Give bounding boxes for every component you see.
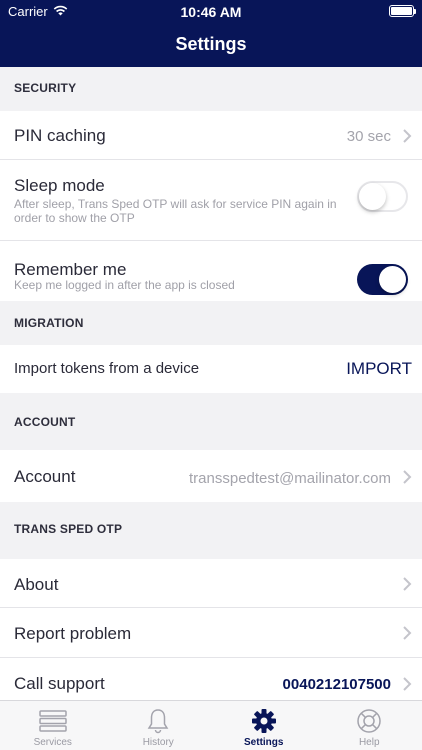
tab-bar: Services History Settings Help bbox=[0, 700, 422, 750]
tab-label: History bbox=[142, 737, 174, 748]
account-row[interactable]: Account transspedtest@mailinator.com bbox=[0, 450, 422, 502]
section-header-app: TRANS SPED OTP bbox=[0, 502, 422, 559]
section-title: SECURITY bbox=[14, 81, 77, 95]
chevron-right-icon bbox=[402, 677, 412, 691]
nav-bar: Settings bbox=[0, 22, 422, 67]
sleep-mode-row: Sleep mode After sleep, Trans Sped OTP w… bbox=[0, 160, 422, 241]
pin-caching-value: 30 sec bbox=[346, 128, 391, 145]
bell-icon bbox=[144, 707, 172, 735]
pin-caching-label: PIN caching bbox=[14, 126, 106, 145]
remember-me-description: Keep me logged in after the app is close… bbox=[14, 278, 235, 292]
section-title: MIGRATION bbox=[14, 316, 84, 330]
tab-label: Services bbox=[33, 737, 72, 748]
call-support-label: Call support bbox=[14, 674, 105, 693]
call-support-row[interactable]: Call support 0040212107500 bbox=[0, 658, 422, 700]
tab-help[interactable]: Help bbox=[317, 701, 422, 750]
status-bar: Carrier 10:46 AM bbox=[0, 0, 422, 22]
support-phone-number[interactable]: 0040212107500 bbox=[283, 676, 391, 693]
section-header-security: SECURITY bbox=[0, 67, 422, 111]
tab-settings[interactable]: Settings bbox=[211, 701, 317, 750]
tab-services[interactable]: Services bbox=[0, 701, 106, 750]
report-problem-row[interactable]: Report problem bbox=[0, 608, 422, 658]
pin-caching-row[interactable]: PIN caching 30 sec bbox=[0, 111, 422, 160]
chevron-right-icon bbox=[402, 626, 412, 640]
tab-history[interactable]: History bbox=[106, 701, 212, 750]
import-tokens-row: Import tokens from a device IMPORT bbox=[0, 345, 422, 393]
gear-icon bbox=[250, 707, 278, 735]
section-title: TRANS SPED OTP bbox=[14, 522, 123, 536]
chevron-right-icon bbox=[402, 577, 412, 591]
remember-me-label: Remember me bbox=[14, 260, 127, 279]
account-label: Account bbox=[14, 467, 76, 486]
report-problem-label: Report problem bbox=[14, 624, 132, 643]
section-title: ACCOUNT bbox=[14, 415, 76, 429]
import-button[interactable]: IMPORT bbox=[346, 359, 412, 379]
tab-label: Help bbox=[358, 737, 380, 748]
import-tokens-label: Import tokens from a device bbox=[14, 360, 200, 377]
chevron-right-icon bbox=[402, 470, 412, 484]
about-row[interactable]: About bbox=[0, 559, 422, 608]
lifebuoy-icon bbox=[355, 707, 383, 735]
section-header-account: ACCOUNT bbox=[0, 393, 422, 450]
sleep-mode-label: Sleep mode bbox=[14, 176, 105, 195]
sleep-mode-toggle[interactable] bbox=[357, 181, 408, 212]
list-icon bbox=[39, 707, 67, 735]
remember-me-toggle[interactable] bbox=[357, 264, 408, 295]
page-title: Settings bbox=[175, 34, 247, 54]
remember-me-row: Remember me Keep me logged in after the … bbox=[0, 241, 422, 301]
account-email: transspedtest@mailinator.com bbox=[189, 470, 391, 487]
about-label: About bbox=[14, 575, 59, 594]
battery-icon bbox=[389, 5, 416, 17]
clock: 10:46 AM bbox=[180, 4, 242, 20]
section-header-migration: MIGRATION bbox=[0, 301, 422, 345]
sleep-mode-description: After sleep, Trans Sped OTP will ask for… bbox=[14, 197, 337, 225]
tab-label: Settings bbox=[244, 737, 284, 748]
chevron-right-icon bbox=[402, 129, 412, 143]
